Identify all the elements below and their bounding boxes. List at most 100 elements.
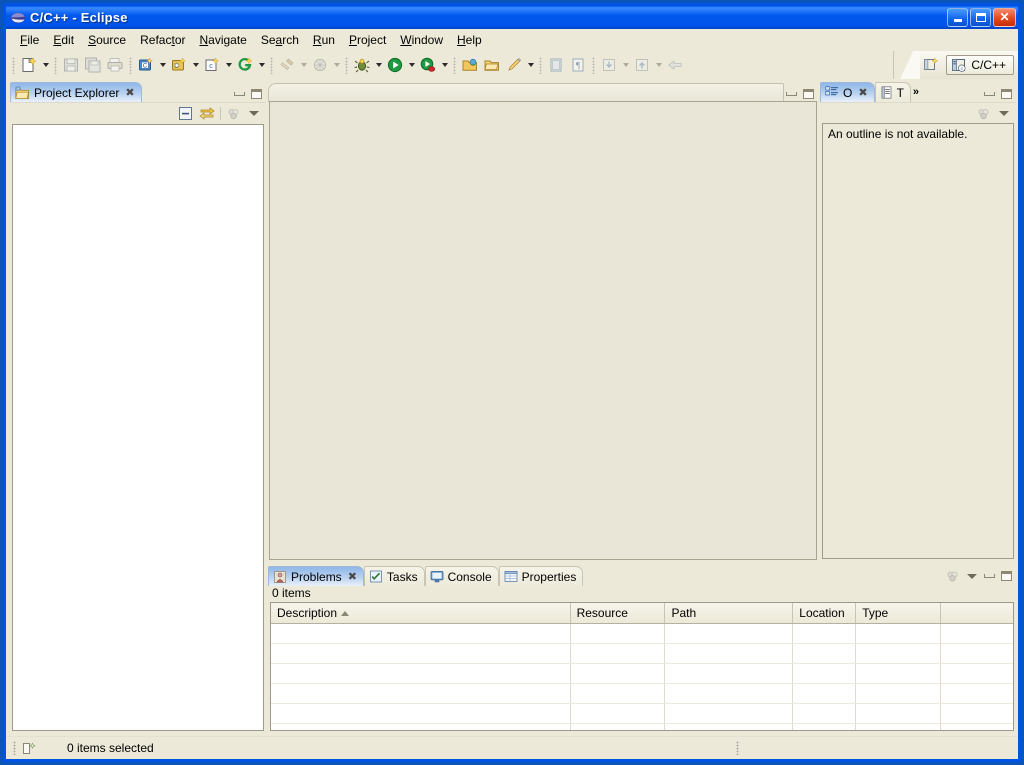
minimize-icon[interactable]: [232, 87, 246, 100]
toolbar-grip-3[interactable]: [129, 56, 132, 74]
minimize-icon[interactable]: [982, 87, 996, 100]
tab-problems[interactable]: Problems ✖: [268, 566, 364, 586]
close-icon[interactable]: ✖: [858, 86, 867, 99]
close-icon[interactable]: ✖: [348, 570, 357, 583]
new-dropdown-arrow[interactable]: [40, 54, 51, 76]
maximize-icon[interactable]: [999, 87, 1013, 100]
menu-help[interactable]: Help: [450, 31, 489, 49]
table-cell: [665, 624, 794, 643]
run-external-icon[interactable]: [417, 54, 439, 76]
toolbar-grip[interactable]: [12, 56, 15, 74]
view-menu-chevron[interactable]: [965, 570, 979, 583]
project-explorer-tree[interactable]: [12, 124, 264, 731]
minimize-icon[interactable]: [784, 87, 798, 100]
menu-run[interactable]: Run: [306, 31, 342, 49]
table-row[interactable]: [271, 684, 1013, 704]
filter-icon[interactable]: [944, 568, 962, 584]
bottom-tabrow: Problems ✖ Tasks Console Properties: [268, 565, 1016, 586]
column-header-description[interactable]: Description: [271, 603, 571, 623]
new-c-project-icon[interactable]: C: [135, 54, 157, 76]
close-button[interactable]: ✕: [993, 8, 1016, 27]
toolbar-grip-4[interactable]: [270, 56, 273, 74]
table-row[interactable]: [271, 644, 1013, 664]
next-annotation-icon: [598, 54, 620, 76]
pencil-arrow[interactable]: [525, 54, 536, 76]
tab-outline[interactable]: O ✖: [820, 82, 875, 102]
tab-properties[interactable]: Properties: [498, 566, 584, 586]
run-icon[interactable]: [384, 54, 406, 76]
menu-file[interactable]: File: [13, 31, 46, 49]
new-wizard-icon[interactable]: [18, 54, 40, 76]
toolbar-grip-5[interactable]: [345, 56, 348, 74]
column-header-spacer[interactable]: [941, 603, 1013, 623]
outline-content[interactable]: An outline is not available.: [822, 123, 1014, 559]
table-row[interactable]: [271, 704, 1013, 724]
run-arrow[interactable]: [406, 54, 417, 76]
run-external-arrow[interactable]: [439, 54, 450, 76]
column-header-location[interactable]: Location: [793, 603, 857, 623]
new-cpp-class-icon[interactable]: C: [168, 54, 190, 76]
menu-window[interactable]: Window: [393, 31, 450, 49]
minimize-button[interactable]: [947, 8, 968, 27]
debug-arrow[interactable]: [373, 54, 384, 76]
tasks-icon: [369, 570, 383, 583]
open-element-arrow[interactable]: [256, 54, 267, 76]
menu-refactor[interactable]: Refactor: [133, 31, 192, 49]
maximize-button[interactable]: [970, 8, 991, 27]
table-row[interactable]: [271, 664, 1013, 684]
toolbar-grip-6[interactable]: [453, 56, 456, 74]
maximize-icon[interactable]: [999, 570, 1013, 583]
open-element-icon[interactable]: [234, 54, 256, 76]
new-c-file-icon[interactable]: c: [201, 54, 223, 76]
problems-table[interactable]: Description Resource Path Location Type: [270, 602, 1014, 731]
table-cell: [271, 664, 571, 683]
new-c-project-arrow[interactable]: [157, 54, 168, 76]
toolbar-grip-7[interactable]: [539, 56, 542, 74]
editor-canvas[interactable]: [269, 101, 817, 560]
menu-source-mnemonic: S: [88, 32, 97, 47]
debug-icon[interactable]: [351, 54, 373, 76]
column-header-path[interactable]: Path: [665, 603, 794, 623]
collapse-all-icon[interactable]: [176, 105, 194, 122]
build-config-arrow: [331, 54, 342, 76]
new-c-file-arrow[interactable]: [223, 54, 234, 76]
focus-on-active-task-icon[interactable]: [225, 105, 243, 122]
tab-tasks[interactable]: Tasks: [363, 566, 425, 586]
menu-source[interactable]: Source: [81, 31, 133, 49]
table-cell: [571, 624, 666, 643]
maximize-icon[interactable]: [249, 87, 263, 100]
link-with-editor-icon[interactable]: [198, 105, 216, 122]
tab-project-explorer[interactable]: Project Explorer ✖: [10, 82, 142, 102]
perspective-cpp-button[interactable]: c C/C++: [946, 55, 1014, 75]
tab-console-label: Console: [447, 569, 492, 584]
open-perspective-icon[interactable]: [920, 54, 942, 76]
toolbar-grip-8[interactable]: [592, 56, 595, 74]
menu-search[interactable]: Search: [254, 31, 306, 49]
title-bar: C/C++ - Eclipse ✕: [6, 6, 1018, 29]
new-cpp-class-arrow[interactable]: [190, 54, 201, 76]
menu-edit[interactable]: Edit: [46, 31, 81, 49]
maximize-icon[interactable]: [801, 87, 815, 100]
svg-text:C: C: [175, 63, 179, 69]
table-row[interactable]: [271, 624, 1013, 644]
column-header-resource[interactable]: Resource: [571, 603, 666, 623]
focus-on-active-task-icon[interactable]: [975, 105, 993, 122]
minimize-icon[interactable]: [982, 570, 996, 583]
toggle-block-selection-icon: [545, 54, 567, 76]
menu-project[interactable]: Project: [342, 31, 393, 49]
menu-navigate[interactable]: Navigate: [192, 31, 253, 49]
tab-console[interactable]: Console: [424, 566, 499, 586]
tab-overflow-chevron[interactable]: »: [911, 86, 921, 102]
table-row[interactable]: [271, 724, 1013, 730]
tab-outline-secondary[interactable]: T: [874, 82, 911, 102]
toolbar-grip-2[interactable]: [54, 56, 57, 74]
open-folder-icon[interactable]: [481, 54, 503, 76]
column-header-type[interactable]: Type: [856, 603, 942, 623]
outline-view: O ✖ T » An outline is not available.: [820, 81, 1016, 561]
view-menu-chevron[interactable]: [247, 107, 261, 120]
pencil-icon[interactable]: [503, 54, 525, 76]
view-menu-chevron[interactable]: [997, 107, 1011, 120]
properties-icon: [504, 570, 518, 583]
close-icon[interactable]: ✖: [125, 86, 134, 99]
open-resource-icon[interactable]: [459, 54, 481, 76]
